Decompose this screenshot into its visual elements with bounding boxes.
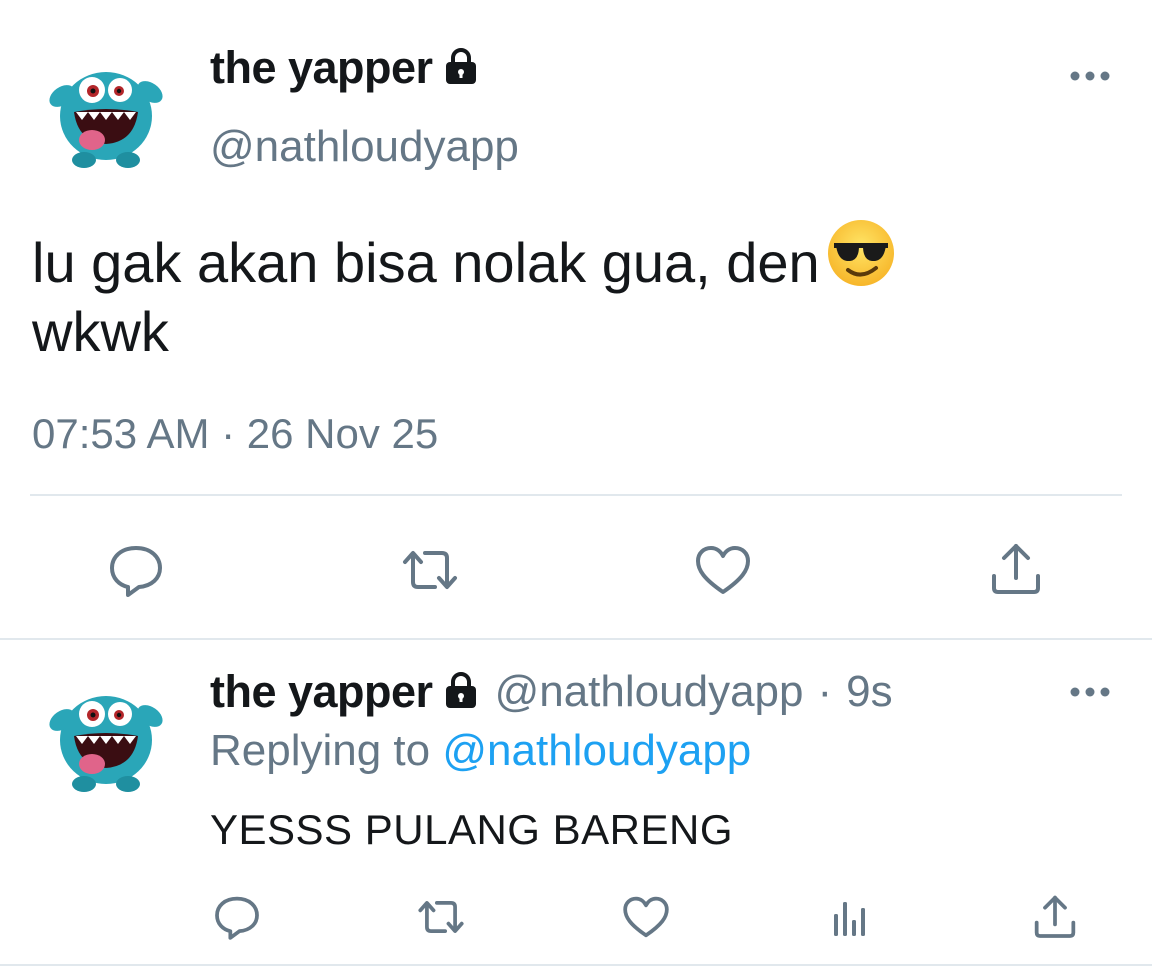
like-icon bbox=[620, 892, 672, 942]
reply-share-button[interactable] bbox=[1028, 888, 1082, 944]
avatar[interactable] bbox=[40, 44, 172, 176]
display-name[interactable]: the yapper bbox=[210, 42, 433, 94]
tweet-text: lu gak akan bisa nolak gua, den wkwk bbox=[32, 218, 1122, 363]
like-button[interactable] bbox=[690, 538, 756, 602]
retweet-icon bbox=[412, 892, 470, 942]
share-button[interactable] bbox=[984, 536, 1048, 600]
separator-dot: · bbox=[817, 667, 833, 716]
replying-to-handle-link[interactable]: @nathloudyapp bbox=[442, 726, 751, 775]
reply-avatar[interactable] bbox=[40, 668, 172, 800]
reply-button[interactable] bbox=[104, 538, 168, 602]
divider bbox=[30, 494, 1122, 496]
user-handle[interactable]: @nathloudyapp bbox=[210, 122, 519, 172]
bottom-divider bbox=[0, 964, 1152, 966]
tweet-text-line2: wkwk bbox=[32, 300, 169, 363]
retweet-icon bbox=[395, 540, 465, 600]
replying-to: Replying to @nathloudyapp bbox=[210, 726, 751, 776]
reply-more-options-icon[interactable] bbox=[1068, 680, 1112, 704]
reply-retweet-button[interactable] bbox=[410, 890, 472, 944]
reply-like-button[interactable] bbox=[618, 890, 674, 944]
reply-header-row: the yapper @nathloudyapp · 9s bbox=[210, 664, 893, 720]
reply-text: YESSS PULANG BARENG bbox=[210, 806, 733, 853]
sunglasses-emoji-icon bbox=[826, 218, 896, 300]
lock-icon bbox=[441, 670, 481, 715]
share-icon bbox=[1030, 890, 1080, 942]
monster-avatar-image bbox=[49, 696, 163, 792]
reply-handle[interactable]: @nathloudyapp bbox=[495, 667, 804, 717]
reply-display-name[interactable]: the yapper bbox=[210, 666, 433, 718]
monster-avatar-image bbox=[49, 72, 163, 168]
retweet-button[interactable] bbox=[394, 538, 466, 602]
analytics-icon bbox=[828, 894, 872, 940]
replying-to-label: Replying to bbox=[210, 726, 431, 775]
like-icon bbox=[692, 540, 754, 600]
reply-reply-button[interactable] bbox=[210, 890, 264, 944]
reply-icon bbox=[106, 540, 166, 600]
lock-icon bbox=[441, 46, 481, 91]
tweet-text-line1: lu gak akan bisa nolak gua, den bbox=[32, 231, 820, 294]
reply-analytics-button[interactable] bbox=[826, 892, 874, 942]
tweet-timestamp[interactable]: 07:53 AM · 26 Nov 25 bbox=[32, 410, 438, 458]
reply-age[interactable]: 9s bbox=[846, 667, 892, 717]
section-divider bbox=[0, 638, 1152, 640]
reply-icon bbox=[212, 892, 262, 942]
user-name-row: the yapper bbox=[210, 40, 481, 96]
more-options-icon[interactable] bbox=[1068, 64, 1112, 88]
share-icon bbox=[986, 538, 1046, 598]
